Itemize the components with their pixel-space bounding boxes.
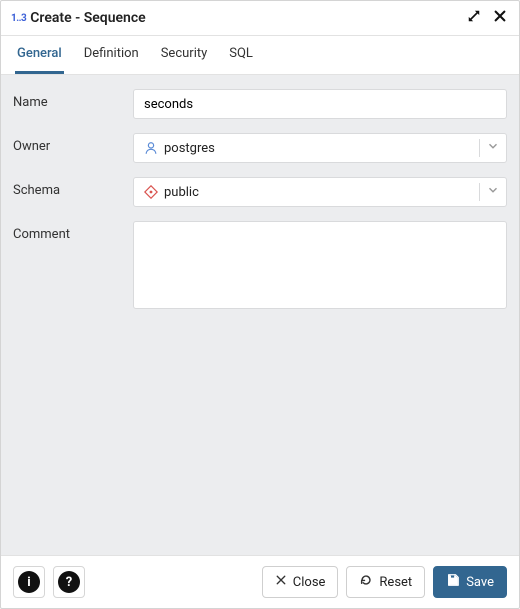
help-button[interactable]: ? bbox=[53, 566, 85, 598]
info-icon: i bbox=[18, 571, 40, 593]
dialog-footer: i ? Close Reset Save bbox=[1, 555, 519, 608]
tab-sql[interactable]: SQL bbox=[227, 36, 255, 74]
expand-icon[interactable] bbox=[465, 7, 483, 29]
save-button[interactable]: Save bbox=[433, 566, 507, 598]
comment-label: Comment bbox=[13, 221, 133, 242]
save-label: Save bbox=[466, 575, 494, 590]
name-label: Name bbox=[13, 89, 133, 110]
chevron-down-icon[interactable] bbox=[486, 183, 500, 201]
owner-label: Owner bbox=[13, 133, 133, 154]
close-x-icon bbox=[275, 574, 287, 590]
dialog-header: 1..3 Create - Sequence bbox=[1, 1, 519, 36]
tab-general[interactable]: General bbox=[15, 36, 64, 74]
close-icon[interactable] bbox=[491, 7, 509, 29]
reset-button[interactable]: Reset bbox=[346, 566, 425, 598]
schema-label: Schema bbox=[13, 177, 133, 198]
name-input[interactable] bbox=[133, 89, 507, 119]
reset-label: Reset bbox=[379, 575, 412, 590]
comment-input[interactable] bbox=[133, 221, 507, 309]
info-button[interactable]: i bbox=[13, 566, 45, 598]
form-body: Name Owner postgres bbox=[1, 75, 519, 555]
help-icon: ? bbox=[58, 571, 80, 593]
schema-icon bbox=[144, 185, 158, 199]
owner-select[interactable]: postgres bbox=[133, 133, 507, 163]
save-icon bbox=[446, 573, 460, 591]
close-label: Close bbox=[293, 575, 326, 590]
tab-bar: General Definition Security SQL bbox=[1, 36, 519, 75]
schema-select[interactable]: public bbox=[133, 177, 507, 207]
sequence-icon: 1..3 bbox=[11, 13, 26, 24]
tab-definition[interactable]: Definition bbox=[82, 36, 141, 74]
close-button[interactable]: Close bbox=[262, 566, 339, 598]
schema-value: public bbox=[164, 185, 199, 200]
user-icon bbox=[144, 141, 158, 155]
owner-value: postgres bbox=[164, 141, 215, 156]
reset-icon bbox=[359, 573, 373, 591]
dialog-title: Create - Sequence bbox=[30, 10, 465, 26]
tab-security[interactable]: Security bbox=[159, 36, 210, 74]
chevron-down-icon[interactable] bbox=[486, 139, 500, 157]
